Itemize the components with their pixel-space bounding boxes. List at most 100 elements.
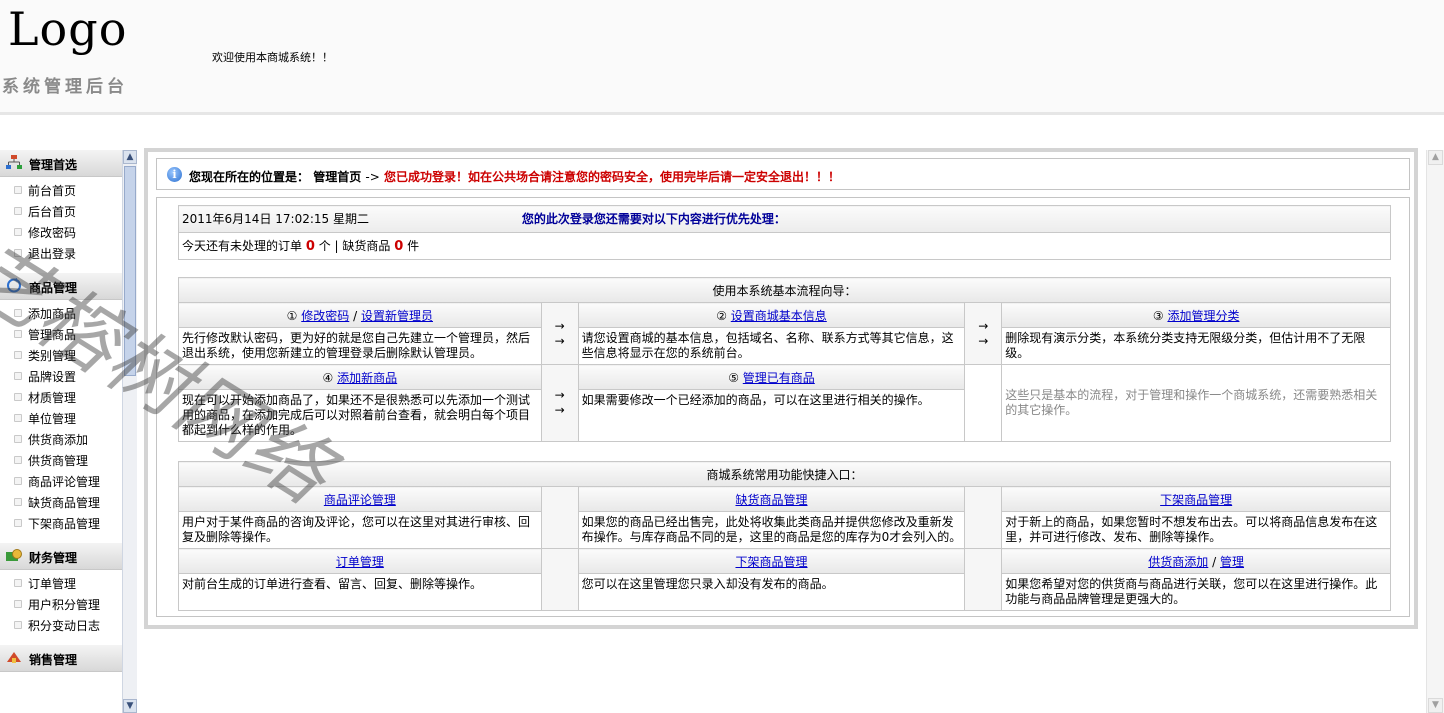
manage-supplier-link[interactable]: 管理 [1220, 555, 1244, 569]
header-divider [0, 112, 1444, 115]
sidebar-item[interactable]: 积分变动日志 [0, 616, 122, 637]
sidebar-item[interactable]: 材质管理 [0, 388, 122, 409]
sidebar-item[interactable]: 单位管理 [0, 409, 122, 430]
bullet-icon [14, 477, 22, 485]
pending-orders-label: 今天还有未处理的订单 [182, 238, 303, 253]
guide-title: 使用本系统基本流程向导： [178, 277, 1391, 303]
bullet-icon [14, 249, 22, 257]
manage-products-link[interactable]: 管理已有商品 [743, 371, 815, 385]
bullet-icon [14, 309, 22, 317]
sidebar-group-items: 订单管理 用户积分管理 积分变动日志 [0, 570, 122, 645]
bullet-icon [14, 600, 22, 608]
shortcut-desc: 对前台生成的订单进行查看、留言、回复、删除等操作。 [178, 573, 542, 611]
add-product-link[interactable]: 添加新商品 [337, 371, 397, 385]
page-scrollbar[interactable]: ▲ ▼ [1426, 150, 1444, 713]
sidebar-item[interactable]: 管理商品 [0, 325, 122, 346]
shortcuts-table: 商城系统常用功能快捷入口： 商品评论管理 缺货商品管理 下架商品管理 用户对于某… [178, 461, 1391, 611]
delisted-link-2[interactable]: 下架商品管理 [735, 555, 807, 569]
bullet-icon [14, 351, 22, 359]
guide-extra-note: 这些只是基本的流程，对于管理和操作一个商城系统，还需要熟悉相关的其它操作。 [1001, 364, 1391, 442]
content-panel: 2011年6月14日 17:02:15 星期二 您的此次登录您还需要对以下内容进… [156, 197, 1410, 617]
bullet-icon [14, 393, 22, 401]
add-supplier-link[interactable]: 供货商添加 [1148, 555, 1208, 569]
sidebar-item[interactable]: 用户积分管理 [0, 595, 122, 616]
flow-arrows: → → [964, 302, 1003, 365]
bullet-icon [14, 498, 22, 506]
sidebar-item[interactable]: 缺货商品管理 [0, 493, 122, 514]
sidebar-group-title: 财务管理 [29, 551, 78, 565]
bullet-icon [14, 186, 22, 194]
step4-desc: 现在可以开始添加商品了，如果还不是很熟悉可以先添加一个测试用的商品，在添加完成后… [178, 389, 542, 442]
logo: Logo [8, 2, 128, 56]
sidebar-item[interactable]: 商品评论管理 [0, 472, 122, 493]
sidebar-item[interactable]: 供货商管理 [0, 451, 122, 472]
new-admin-link[interactable]: 设置新管理员 [361, 309, 433, 323]
flow-arrows: → → [540, 364, 579, 442]
delisted-link[interactable]: 下架商品管理 [1160, 493, 1232, 507]
sidebar-item[interactable]: 下架商品管理 [0, 514, 122, 535]
login-notice: 您已成功登录！如在公共场合请注意您的密码安全，使用完毕后请一定安全退出！！！ [383, 170, 840, 184]
bullet-icon [14, 330, 22, 338]
scroll-down-button[interactable]: ▼ [123, 699, 137, 713]
refresh-icon [7, 278, 21, 293]
bullet-icon [14, 228, 22, 236]
shortcuts-title: 商城系统常用功能快捷入口： [178, 461, 1391, 487]
location-arrow: -> [365, 170, 380, 184]
sidebar-group-header[interactable]: 商品管理 [0, 273, 122, 300]
org-chart-icon [6, 155, 22, 169]
sidebar-group-title: 销售管理 [29, 653, 78, 667]
guide-table: 使用本系统基本流程向导： ① 修改密码 / 设置新管理员 → → ② 设置商城基本… [178, 277, 1391, 442]
shortcut-desc: 如果您希望对您的供货商与商品进行关联，您可以在这里进行操作。此功能与商品品牌管理… [1001, 573, 1391, 611]
sidebar-item[interactable]: 品牌设置 [0, 367, 122, 388]
shortcut-desc: 对于新上的商品，如果您暂时不想发布出去。可以将商品信息发布在这里，并可进行修改、… [1001, 511, 1391, 549]
header: Logo 系统管理后台 欢迎使用本商城系统！！ [0, 0, 1444, 113]
step4-header: ④ 添加新商品 [178, 364, 542, 390]
money-icon [6, 549, 22, 561]
sales-icon [7, 652, 21, 663]
bullet-icon [14, 456, 22, 464]
main-content: i 您现在所在的位置是： 管理首页 -> 您已成功登录！如在公共场合请注意您的密… [144, 148, 1418, 629]
sidebar-item[interactable]: 修改密码 [0, 223, 122, 244]
scroll-down-button[interactable]: ▼ [1428, 698, 1443, 713]
sidebar-item[interactable]: 类别管理 [0, 346, 122, 367]
location-bar: i 您现在所在的位置是： 管理首页 -> 您已成功登录！如在公共场合请注意您的密… [156, 158, 1410, 190]
sidebar-group-header[interactable]: 管理首选 [0, 150, 122, 177]
order-manage-link[interactable]: 订单管理 [336, 555, 384, 569]
scroll-up-button[interactable]: ▲ [123, 150, 137, 164]
sidebar-item[interactable]: 添加商品 [0, 304, 122, 325]
sidebar-group-header[interactable]: 财务管理 [0, 543, 122, 570]
location-page: 管理首页 [313, 170, 362, 184]
sidebar-group-title: 商品管理 [29, 281, 78, 295]
location-label: 您现在所在的位置是： [189, 170, 310, 184]
step2-header: ② 设置商城基本信息 [577, 302, 966, 328]
out-of-stock-count: 0 [394, 238, 404, 254]
scrollbar-thumb[interactable] [124, 166, 136, 376]
sidebar-item[interactable]: 后台首页 [0, 202, 122, 223]
datetime: 2011年6月14日 17:02:15 星期二 [182, 211, 369, 226]
orders-unit: 个 | 缺货商品 [318, 238, 391, 253]
add-category-link[interactable]: 添加管理分类 [1167, 309, 1239, 323]
store-info-link[interactable]: 设置商城基本信息 [731, 309, 827, 323]
change-password-link[interactable]: 修改密码 [301, 309, 349, 323]
step2-desc: 请您设置商城的基本信息，包括域名、名称、联系方式等其它信息，这些信息将显示在您的… [577, 327, 966, 365]
out-of-stock-link[interactable]: 缺货商品管理 [735, 493, 807, 507]
step1-desc: 先行修改默认密码，更为好的就是您自己先建立一个管理员，然后退出系统，使用您新建立… [178, 327, 542, 365]
sidebar-item[interactable]: 前台首页 [0, 181, 122, 202]
sidebar-item[interactable]: 退出登录 [0, 244, 122, 265]
sidebar-group-items: 前台首页 后台首页 修改密码 退出登录 [0, 177, 122, 273]
welcome-text: 欢迎使用本商城系统！！ [212, 51, 333, 64]
step3-header: ③ 添加管理分类 [1001, 302, 1391, 328]
comment-manage-link[interactable]: 商品评论管理 [324, 493, 396, 507]
shortcut-desc: 用户对于某件商品的咨询及评论，您可以在这里对其进行审核、回复及删除等操作。 [178, 511, 542, 549]
flow-arrows: → → [540, 302, 579, 365]
info-icon: i [167, 167, 182, 182]
scroll-up-button[interactable]: ▲ [1428, 150, 1443, 165]
bullet-icon [14, 579, 22, 587]
bullet-icon [14, 414, 22, 422]
sidebar-group-items: 添加商品 管理商品 类别管理 品牌设置 材质管理 单位管理 供货商添加 供货商管… [0, 300, 122, 543]
bullet-icon [14, 621, 22, 629]
sidebar-item[interactable]: 供货商添加 [0, 430, 122, 451]
sidebar-group-header[interactable]: 销售管理 [0, 645, 122, 672]
sidebar-scrollbar[interactable]: ▲ ▼ [122, 150, 137, 713]
sidebar-item[interactable]: 订单管理 [0, 574, 122, 595]
